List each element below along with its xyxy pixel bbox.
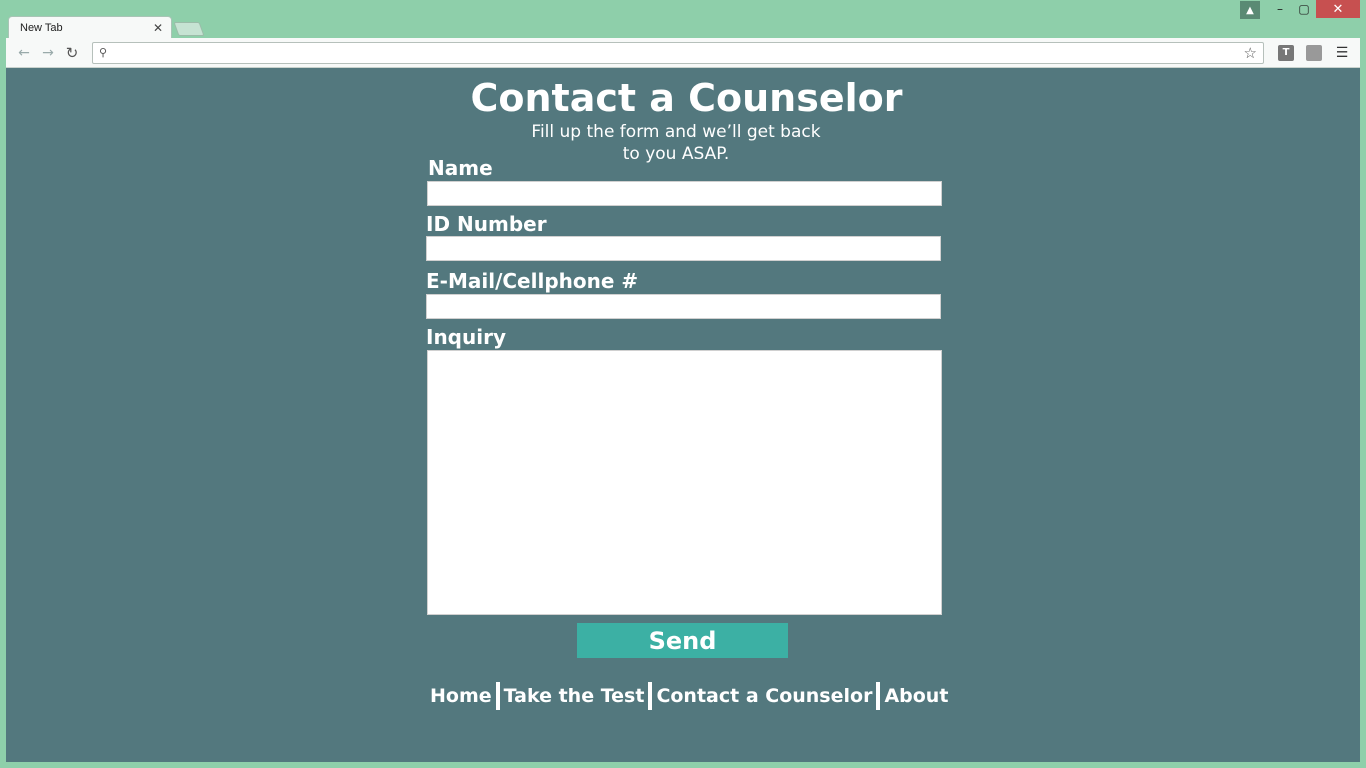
id-number-label: ID Number [426,212,547,236]
address-bar[interactable]: ⚲ ☆ [92,41,1264,64]
address-input[interactable] [113,45,1240,60]
contact-label: E-Mail/Cellphone # [426,269,639,293]
nav-link-home[interactable]: Home [426,685,496,707]
menu-icon[interactable]: ☰ [1330,42,1354,64]
inquiry-label: Inquiry [426,325,506,349]
tab-title: New Tab [20,21,63,34]
extension-t-icon[interactable]: T [1274,42,1298,64]
minimize-button[interactable]: – [1268,0,1292,18]
extension-cube-icon[interactable] [1302,42,1326,64]
page-viewport: Contact a Counselor Fill up the form and… [6,68,1360,762]
browser-toolbar: ← → ↻ ⚲ ☆ T ☰ [6,38,1360,68]
bookmark-star-icon[interactable]: ☆ [1244,44,1257,62]
tab-new-tab[interactable]: New Tab ✕ [8,16,172,38]
new-tab-button[interactable] [173,22,205,36]
search-icon: ⚲ [99,46,108,59]
maximize-button[interactable]: ▢ [1292,0,1316,18]
extension-t-label: T [1278,44,1294,61]
nav-link-take-the-test[interactable]: Take the Test [500,685,649,707]
profile-icon[interactable]: ▲ [1240,1,1260,19]
tab-strip: New Tab ✕ [8,16,205,38]
name-input[interactable] [427,181,942,206]
name-label: Name [428,156,493,180]
footer-nav: Home Take the Test Contact a Counselor A… [426,682,952,710]
page-subtitle: Fill up the form and we’ll get back to y… [506,121,846,165]
window-controls: ▲ – ▢ ✕ [1240,0,1360,20]
nav-link-contact-a-counselor[interactable]: Contact a Counselor [652,685,876,707]
page-title: Contact a Counselor [470,76,903,120]
subtitle-line-1: Fill up the form and we’ll get back [531,122,821,142]
nav-link-about[interactable]: About [880,685,952,707]
contact-input[interactable] [426,294,941,319]
back-arrow-icon[interactable]: ← [12,41,36,65]
inquiry-textarea[interactable] [427,350,942,615]
reload-icon[interactable]: ↻ [60,41,84,65]
close-window-button[interactable]: ✕ [1316,0,1360,18]
subtitle-line-2: to you ASAP. [622,144,730,164]
extension-cube-label [1306,44,1322,61]
id-number-input[interactable] [426,236,941,261]
send-button[interactable]: Send [577,623,788,658]
tab-close-icon[interactable]: ✕ [153,21,163,35]
forward-arrow-icon[interactable]: → [36,41,60,65]
